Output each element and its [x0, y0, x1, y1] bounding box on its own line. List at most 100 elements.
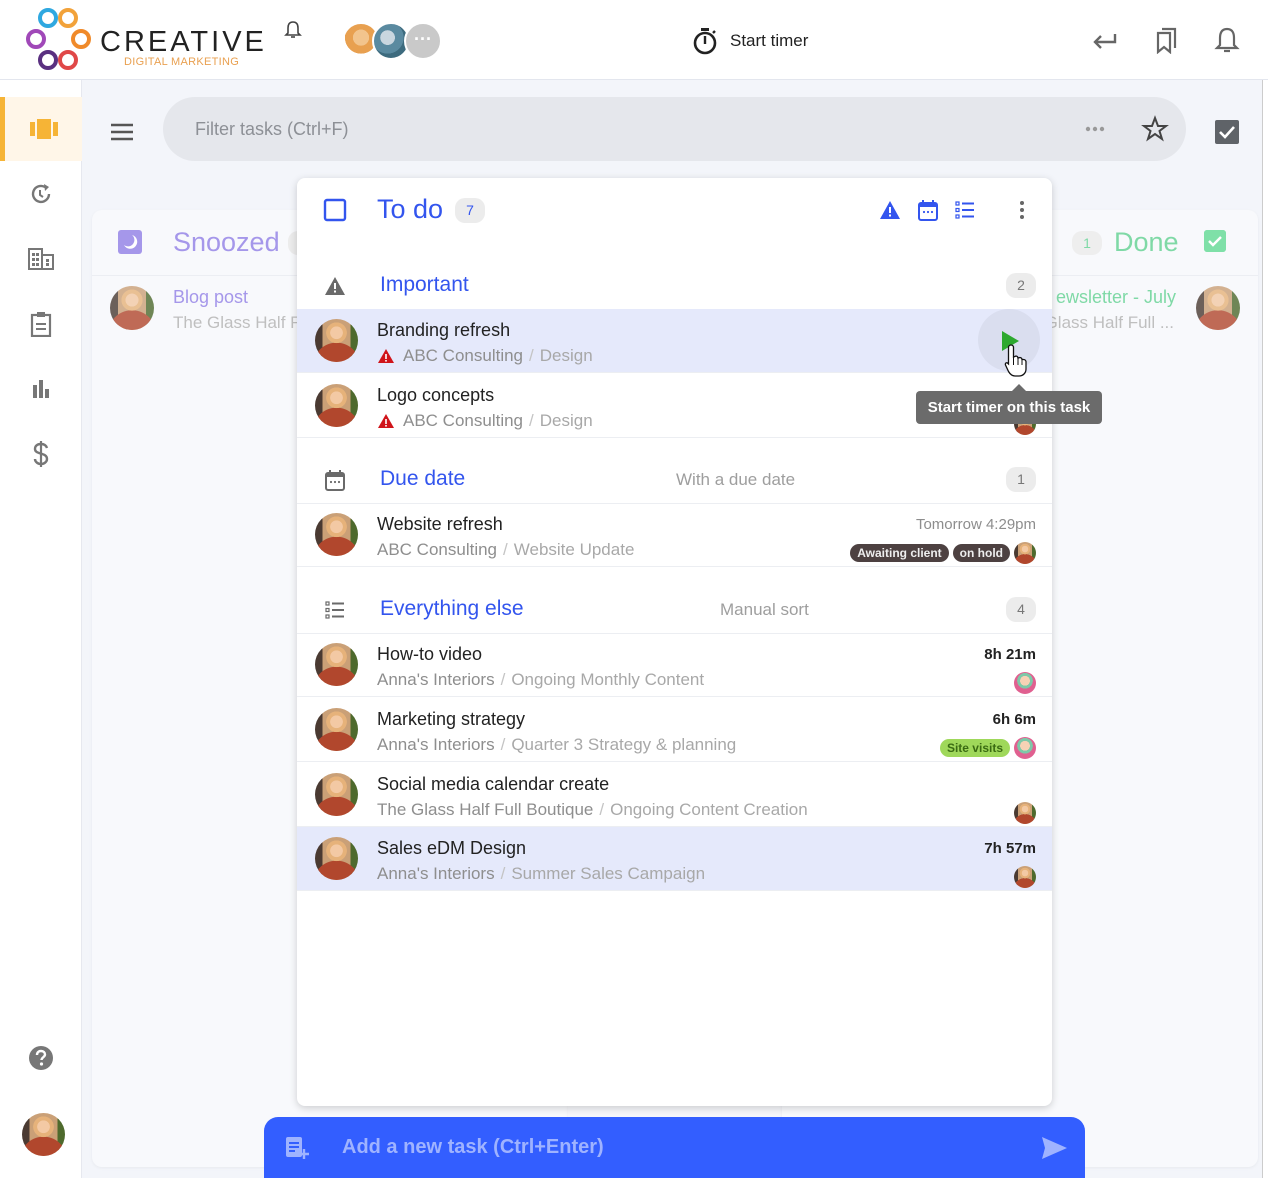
task-project: Design — [539, 411, 593, 430]
assignee-avatar — [315, 708, 358, 751]
group-title[interactable]: Important — [380, 273, 469, 297]
task-name: Website refresh — [377, 514, 503, 534]
send-icon[interactable] — [1040, 1135, 1068, 1161]
bar-chart-icon — [33, 380, 49, 398]
add-task-input[interactable] — [342, 1131, 982, 1163]
checkbox-icon[interactable] — [323, 198, 347, 222]
filter-bar — [163, 97, 1186, 161]
hand-cursor-icon — [1004, 344, 1027, 377]
group-title[interactable]: Everything else — [380, 597, 524, 621]
task-name: Branding refresh — [377, 320, 511, 340]
group-sort-label[interactable]: With a due date — [676, 470, 795, 490]
list-filter-icon[interactable] — [954, 199, 976, 221]
sidebar-item-board[interactable] — [0, 97, 82, 161]
task-subtitle: The Glass Half Full Boutique / Ongoing Con… — [377, 800, 808, 819]
task-subtitle: Anna's Interiors / Quarter 3 Strategy & pl… — [377, 735, 737, 754]
notifications-icon[interactable] — [1213, 26, 1241, 54]
stopwatch-icon — [693, 28, 717, 55]
tag-badge[interactable]: Awaiting client — [850, 544, 949, 562]
sidebar-item-clients[interactable] — [0, 227, 82, 291]
task-row[interactable]: How-to video Anna's Interiors / Ongoing Mo… — [297, 633, 1052, 697]
task-subtitle: Anna's Interiors / Ongoing Monthly Content — [377, 670, 705, 689]
task-row[interactable]: Marketing strategy Anna's Interiors / Quar… — [297, 698, 1052, 762]
task-project: Design — [539, 346, 593, 365]
time-tracked: 7h 57m — [984, 840, 1036, 857]
more-options-icon[interactable] — [1083, 117, 1107, 141]
assignee-avatar — [110, 286, 154, 330]
sidebar-item-billing[interactable] — [0, 422, 82, 486]
task-row[interactable]: Sales eDM Design Anna's Interiors / Summer… — [297, 827, 1052, 891]
assignee-avatar — [315, 837, 358, 880]
help-icon — [29, 1046, 53, 1070]
task-name: How-to video — [377, 644, 483, 664]
task-name: Social media calendar create — [377, 774, 610, 794]
done-count: 1 — [1072, 231, 1102, 255]
tag-badge[interactable]: on hold — [952, 544, 1010, 562]
task-client: Anna's Interiors — [377, 670, 495, 689]
task-tags: Site visits — [939, 737, 1036, 759]
important-warning-icon — [378, 349, 394, 363]
kebab-menu-icon[interactable] — [1011, 199, 1033, 221]
assignee-avatar — [315, 643, 358, 686]
time-tracked: 6h 6m — [992, 711, 1036, 728]
done-task-name[interactable]: ewsletter - July — [1056, 287, 1176, 308]
clipboard-icon — [30, 312, 52, 337]
calendar-filter-icon[interactable] — [917, 199, 939, 221]
start-timer-button[interactable]: Start timer — [692, 26, 808, 56]
group-sort-label[interactable]: Manual sort — [720, 600, 809, 620]
time-tracked: 8h 21m — [984, 646, 1036, 663]
completed-toggle-icon[interactable] — [1214, 119, 1240, 145]
assignee-avatar — [315, 384, 358, 427]
task-row[interactable]: Branding refresh ABC Consulting / Design — [297, 309, 1052, 373]
sidebar-item-history[interactable] — [0, 162, 82, 226]
start-timer-label: Start timer — [730, 31, 809, 50]
user-profile-avatar[interactable] — [22, 1113, 65, 1156]
task-subtitle: ABC Consulting / Design — [377, 346, 593, 366]
assignee-mini-avatar — [1014, 542, 1036, 564]
add-task-bar — [264, 1117, 1085, 1178]
task-client: ABC Consulting — [377, 540, 498, 559]
warning-icon — [325, 277, 345, 295]
bell-icon[interactable] — [284, 20, 302, 40]
return-icon[interactable] — [1091, 26, 1119, 54]
group-title[interactable]: Due date — [380, 467, 465, 491]
sidebar-item-reports[interactable] — [0, 357, 82, 421]
board-icon — [29, 119, 58, 139]
assignee-avatar — [315, 773, 358, 816]
add-note-icon — [286, 1137, 309, 1159]
warning-filter-icon[interactable] — [879, 199, 901, 221]
logo-icon — [26, 8, 91, 70]
hamburger-menu-icon[interactable] — [108, 118, 136, 146]
task-subtitle: ABC Consulting / Design — [377, 411, 593, 431]
due-date: Tomorrow 4:29pm — [915, 516, 1036, 533]
bookmarks-icon[interactable] — [1152, 26, 1180, 54]
snoozed-task-name[interactable]: Blog post — [173, 287, 248, 308]
top-bar: CREATIVE DIGITAL MARKETING ··· Start tim… — [0, 0, 1268, 80]
snoozed-task-client: The Glass Half F — [173, 313, 301, 332]
logo[interactable]: CREATIVE DIGITAL MARKETING — [26, 6, 266, 72]
task-project: Website Update — [513, 540, 635, 559]
done-task-client: Glass Half Full ... — [1044, 313, 1174, 332]
task-client: ABC Consulting — [403, 346, 524, 365]
assignee-mini-avatar — [1014, 672, 1036, 694]
star-icon[interactable] — [1141, 115, 1169, 143]
help-button[interactable] — [0, 1026, 82, 1090]
assignee-mini-avatar — [1014, 866, 1036, 888]
tag-badge[interactable]: Site visits — [939, 739, 1010, 757]
assignee-avatar — [315, 319, 358, 362]
sidebar-item-tasks[interactable] — [0, 292, 82, 356]
team-avatars[interactable]: ··· — [342, 22, 442, 60]
done-title[interactable]: Done — [1114, 227, 1179, 258]
group-header-everything-else: Everything else Manual sort 4 — [297, 584, 1052, 634]
filter-tasks-input[interactable] — [195, 115, 1055, 143]
logo-subtitle: DIGITAL MARKETING — [124, 56, 240, 68]
task-row[interactable]: Website refresh ABC Consulting / Website U… — [297, 503, 1052, 567]
group-count: 2 — [1006, 273, 1036, 298]
task-name: Sales eDM Design — [377, 838, 527, 858]
task-client: ABC Consulting — [403, 411, 524, 430]
task-name: Marketing strategy — [377, 709, 526, 729]
more-users-button[interactable]: ··· — [404, 22, 442, 60]
snoozed-title[interactable]: Snoozed — [173, 227, 280, 258]
history-icon — [31, 184, 51, 204]
task-row[interactable]: Social media calendar create The Glass H… — [297, 763, 1052, 827]
